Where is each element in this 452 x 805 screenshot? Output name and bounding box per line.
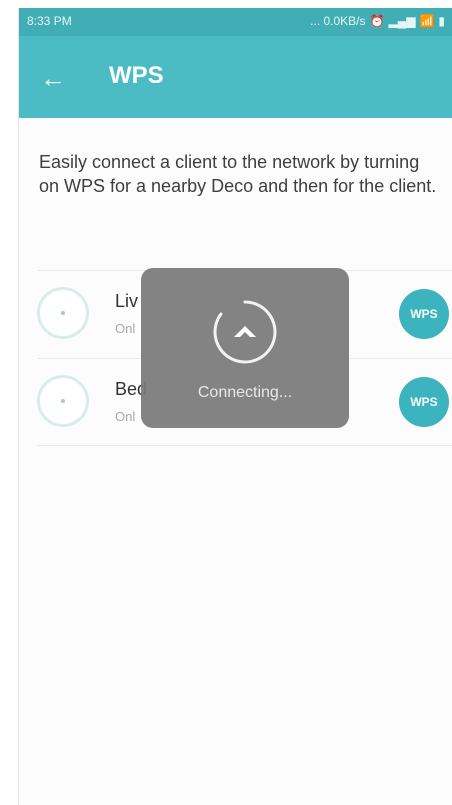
- signal-icon: ▂▄▆: [388, 14, 416, 28]
- network-speed: ... 0.0KB/s: [310, 14, 366, 28]
- deco-device-icon: [37, 375, 89, 427]
- back-button[interactable]: ←: [35, 60, 71, 96]
- page-title: WPS: [109, 62, 164, 89]
- wps-button[interactable]: WPS: [399, 377, 449, 427]
- device-name: Liv: [115, 291, 139, 311]
- app-toolbar: ← WPS: [19, 36, 452, 118]
- app-screen: 8:33 PM ... 0.0KB/s ⏰ ▂▄▆ 📶 ▮ ← WPS Easi…: [18, 8, 452, 805]
- alarm-icon: ⏰: [369, 14, 385, 28]
- wps-button[interactable]: WPS: [399, 289, 449, 339]
- wifi-icon: 📶: [419, 14, 435, 28]
- connecting-dialog: Connecting...: [141, 268, 349, 428]
- loading-text: Connecting...: [197, 384, 293, 401]
- loading-spinner-icon: [213, 300, 277, 364]
- device-status: Onl: [115, 409, 136, 424]
- arrow-left-icon: ←: [40, 63, 66, 93]
- status-time: 8:33 PM: [27, 14, 72, 28]
- wps-description: Easily connect a client to the network b…: [39, 152, 437, 196]
- status-icons: ... 0.0KB/s ⏰ ▂▄▆ 📶 ▮: [310, 14, 445, 28]
- deco-device-icon: [37, 287, 89, 339]
- battery-icon: ▮: [438, 14, 445, 28]
- status-bar: 8:33 PM ... 0.0KB/s ⏰ ▂▄▆ 📶 ▮: [19, 8, 452, 36]
- device-status: Onl: [115, 321, 136, 336]
